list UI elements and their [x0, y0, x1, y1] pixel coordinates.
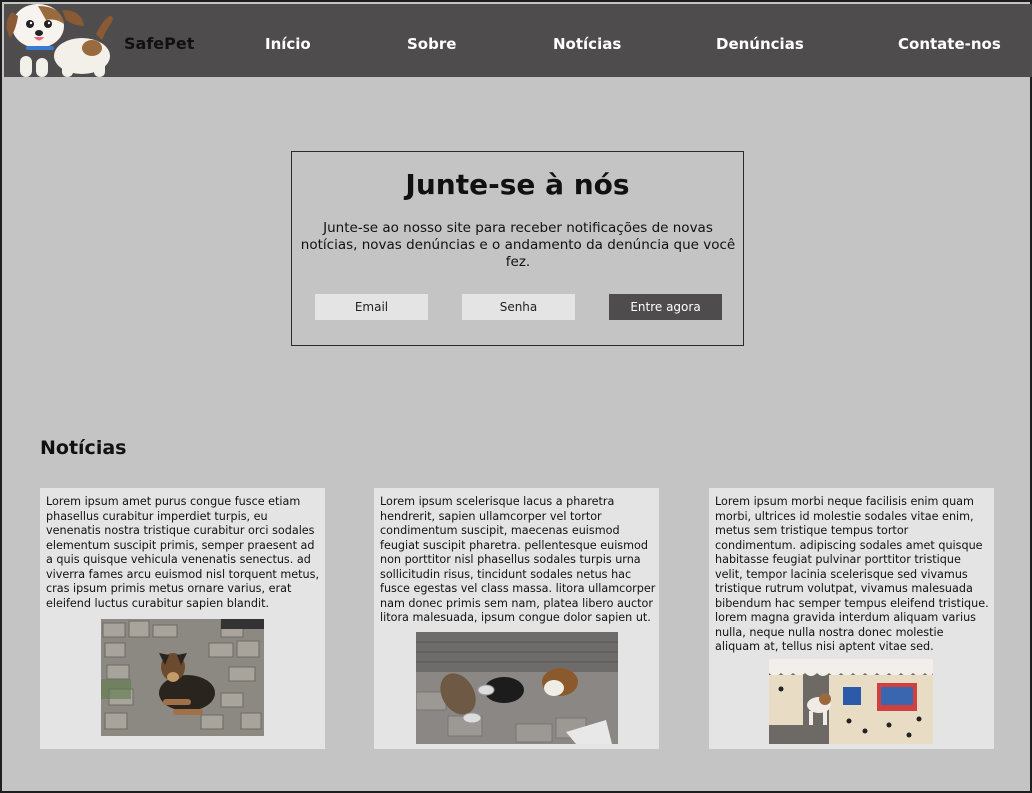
join-title: Junte-se à nós	[405, 168, 630, 201]
email-field[interactable]: Email	[315, 294, 428, 320]
news-card-text: Lorem ipsum scelerisque lacus a pharetra…	[380, 495, 656, 624]
nav-denuncias[interactable]: Denúncias	[716, 35, 804, 53]
news-heading: Notícias	[40, 437, 127, 459]
news-card[interactable]: Lorem ipsum amet purus congue fusce etia…	[40, 488, 325, 749]
dog-photo-image	[101, 619, 264, 736]
nav-sobre[interactable]: Sobre	[407, 35, 456, 53]
header-bar: SafePet Início Sobre Notícias Denúncias …	[4, 4, 1032, 77]
page-frame: SafePet Início Sobre Notícias Denúncias …	[0, 0, 1032, 793]
join-description: Junte-se ao nosso site para receber noti…	[300, 220, 736, 270]
join-submit-button[interactable]: Entre agora	[609, 294, 722, 320]
dog-logo-icon	[6, 4, 113, 77]
shelter-photo-image	[769, 659, 933, 744]
nav-inicio[interactable]: Início	[265, 35, 311, 53]
join-panel: Junte-se à nós Junte-se ao nosso site pa…	[291, 151, 744, 346]
nav-contate-nos[interactable]: Contate-nos	[898, 35, 1001, 53]
password-field[interactable]: Senha	[462, 294, 575, 320]
news-card-text: Lorem ipsum amet purus congue fusce etia…	[46, 495, 320, 610]
news-card[interactable]: Lorem ipsum scelerisque lacus a pharetra…	[374, 488, 659, 749]
brand-name: SafePet	[124, 34, 195, 53]
cats-photo-image	[416, 632, 618, 744]
news-card[interactable]: Lorem ipsum morbi neque facilisis enim q…	[709, 488, 994, 749]
nav-noticias[interactable]: Notícias	[553, 35, 621, 53]
news-card-text: Lorem ipsum morbi neque facilisis enim q…	[715, 495, 989, 653]
